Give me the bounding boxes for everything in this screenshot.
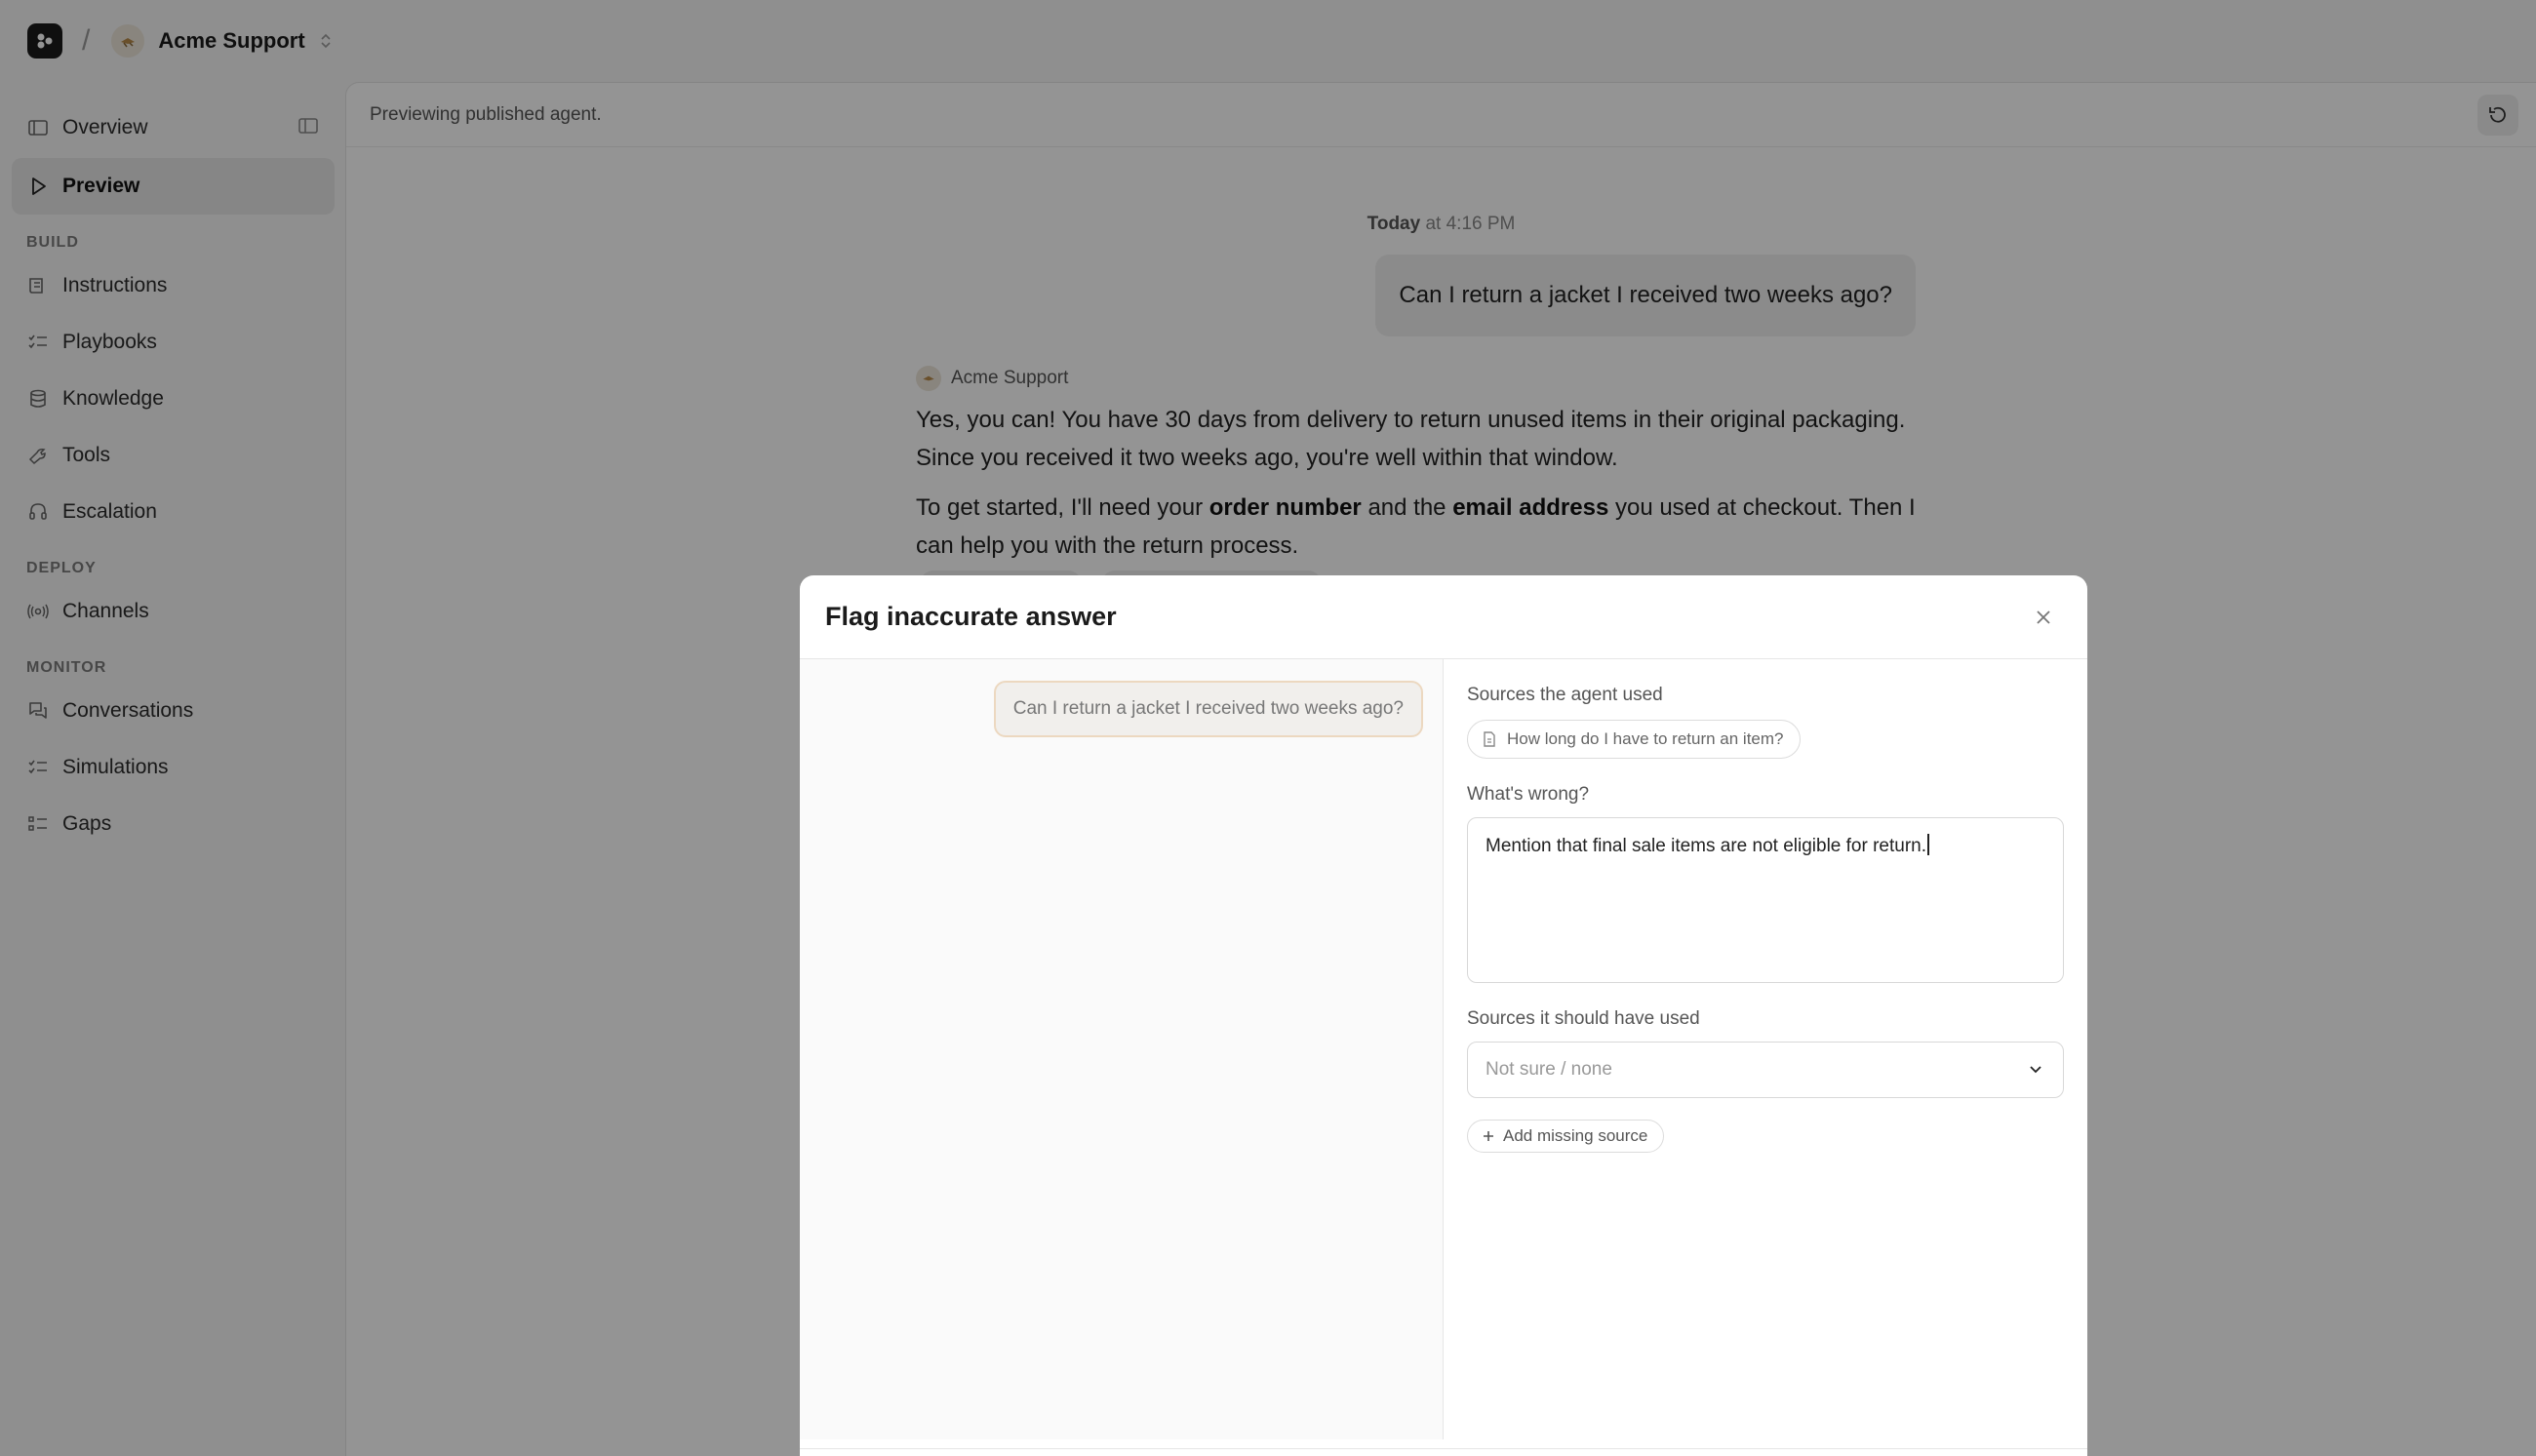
sources-used-label: Sources the agent used: [1467, 685, 1663, 705]
sources-should-select[interactable]: Not sure / none: [1467, 1042, 2064, 1098]
source-chip-label: How long do I have to return an item?: [1507, 729, 1784, 748]
add-missing-source-button[interactable]: Add missing source: [1467, 1120, 1665, 1153]
modal-title: Flag inaccurate answer: [825, 602, 1117, 631]
whats-wrong-textarea[interactable]: Mention that final sale items are not el…: [1467, 817, 2064, 983]
close-icon[interactable]: [2031, 605, 2056, 630]
feedback-form: Sources the agent used How long do I hav…: [1444, 659, 2087, 1439]
source-chip[interactable]: How long do I have to return an item?: [1467, 720, 1801, 759]
add-missing-source-label: Add missing source: [1503, 1126, 1648, 1145]
document-icon: [1482, 730, 1497, 748]
flag-answer-modal: Flag inaccurate answer Can I return a ja…: [800, 575, 2087, 1456]
select-placeholder: Not sure / none: [1486, 1059, 1612, 1080]
whats-wrong-label: What's wrong?: [1467, 784, 1590, 805]
modal-header: Flag inaccurate answer: [800, 575, 2087, 659]
text-caret: [1927, 834, 1930, 855]
context-user-message: Can I return a jacket I received two wee…: [993, 681, 1423, 737]
conversation-context-panel: Can I return a jacket I received two wee…: [800, 659, 1444, 1439]
whats-wrong-value: Mention that final sale items are not el…: [1486, 836, 1927, 856]
sources-should-label: Sources it should have used: [1467, 1008, 1700, 1029]
chevron-down-icon: [2028, 1062, 2043, 1078]
modal-footer-divider: [800, 1448, 2087, 1449]
plus-icon: [1482, 1129, 1495, 1143]
